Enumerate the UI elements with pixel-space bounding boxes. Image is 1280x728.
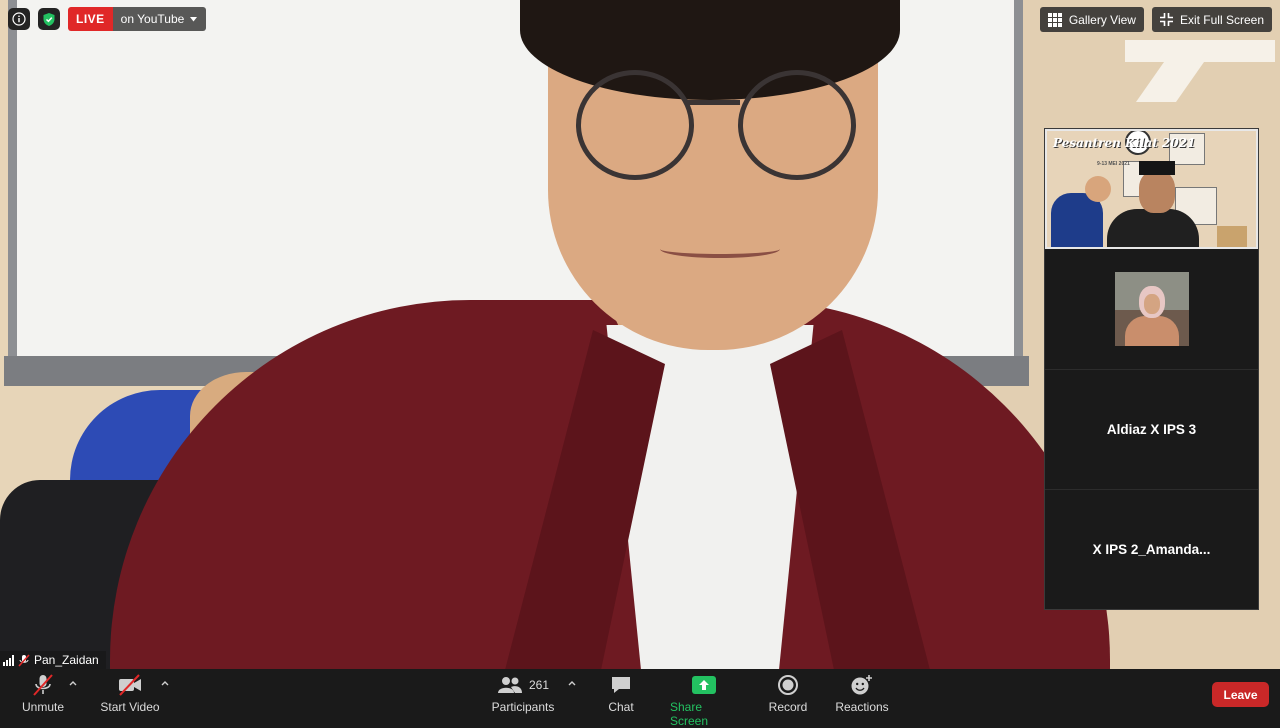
muted-mic-icon	[18, 653, 30, 667]
host-head	[1139, 171, 1175, 213]
exit-full-screen-label: Exit Full Screen	[1179, 12, 1264, 27]
participants-options-caret[interactable]	[567, 678, 577, 688]
poster-figure-head	[1085, 176, 1111, 202]
record-label: Record	[768, 700, 808, 714]
poster-title: Pesantren Kilat 2021	[1053, 136, 1196, 150]
participant-tile-camera[interactable]	[1045, 249, 1258, 370]
participants-count: 261	[528, 678, 550, 692]
participants-button[interactable]: 261 Participants	[492, 671, 554, 714]
meeting-status-bar: LIVE on YouTube	[8, 7, 207, 31]
live-badge: LIVE	[68, 7, 113, 31]
poster-subtitle: 9-13 MEI 2021	[1097, 161, 1130, 167]
participant-name: Aldiaz X IPS 3	[1106, 421, 1197, 437]
chat-button[interactable]: Chat	[604, 671, 638, 714]
chat-label: Chat	[608, 700, 634, 714]
start-video-button[interactable]: Start Video	[100, 671, 160, 714]
exit-full-screen-button[interactable]: Exit Full Screen	[1151, 7, 1272, 32]
video-off-icon	[119, 674, 141, 696]
info-icon	[12, 12, 26, 26]
thumbnail-person-body	[1124, 316, 1179, 346]
meeting-toolbar: Unmute Start Video 261 Participants Chat	[0, 669, 1280, 728]
live-stream-indicator[interactable]: LIVE on YouTube	[68, 7, 207, 31]
participant-thumbnail	[1114, 272, 1189, 346]
start-video-label: Start Video	[100, 700, 160, 714]
participant-tile-name[interactable]: Aldiaz X IPS 3	[1045, 369, 1258, 490]
record-icon	[778, 675, 798, 695]
record-button[interactable]: Record	[768, 671, 808, 714]
ceiling-light	[1125, 40, 1275, 62]
meeting-info-button[interactable]	[8, 8, 30, 30]
glasses-lens	[576, 70, 694, 180]
participants-label: Participants	[491, 700, 555, 714]
muted-mic-icon	[33, 674, 53, 696]
reactions-icon	[851, 675, 872, 695]
chat-icon	[612, 677, 630, 693]
gallery-view-label: Gallery View	[1068, 12, 1136, 27]
unmute-button[interactable]: Unmute	[22, 671, 64, 714]
grid-icon	[1047, 12, 1062, 27]
participant-tile-host[interactable]: Pesantren Kilat 2021 9-13 MEI 2021	[1045, 129, 1258, 249]
leave-button[interactable]: Leave	[1212, 682, 1269, 707]
caret-down-icon	[190, 16, 198, 21]
glasses-bridge	[686, 100, 740, 105]
view-controls: Gallery View Exit Full Screen	[1039, 7, 1272, 32]
shield-icon	[43, 12, 55, 26]
speaker-name: Pan_Zaidan	[34, 653, 99, 667]
participant-tile-name[interactable]: X IPS 2_Amanda...	[1045, 489, 1258, 609]
shrink-icon	[1159, 13, 1173, 26]
speaker-mouth	[660, 240, 780, 258]
participant-name: X IPS 2_Amanda...	[1092, 541, 1211, 557]
signal-icon	[3, 654, 14, 666]
share-screen-label: Share Screen	[670, 700, 709, 728]
speaker-name-tag: Pan_Zaidan	[0, 651, 106, 669]
reactions-label: Reactions	[835, 700, 889, 714]
gallery-view-button[interactable]: Gallery View	[1039, 7, 1144, 32]
reactions-button[interactable]: Reactions	[835, 671, 889, 714]
host-cap	[1139, 161, 1175, 175]
participants-icon	[497, 677, 522, 693]
poster-shelf	[1217, 226, 1247, 247]
share-screen-icon	[692, 676, 716, 694]
live-destination-label: on YouTube	[120, 12, 185, 26]
thumbnail-person-face	[1143, 294, 1160, 314]
share-screen-button[interactable]: Share Screen	[670, 671, 738, 728]
glasses-lens	[738, 70, 856, 180]
host-body	[1107, 209, 1199, 247]
live-destination[interactable]: on YouTube	[112, 7, 207, 31]
encryption-button[interactable]	[38, 8, 60, 30]
audio-options-caret[interactable]	[68, 678, 78, 688]
video-options-caret[interactable]	[160, 678, 170, 688]
unmute-label: Unmute	[21, 700, 65, 714]
participant-video-strip: Pesantren Kilat 2021 9-13 MEI 2021 Aldia…	[1044, 128, 1259, 610]
